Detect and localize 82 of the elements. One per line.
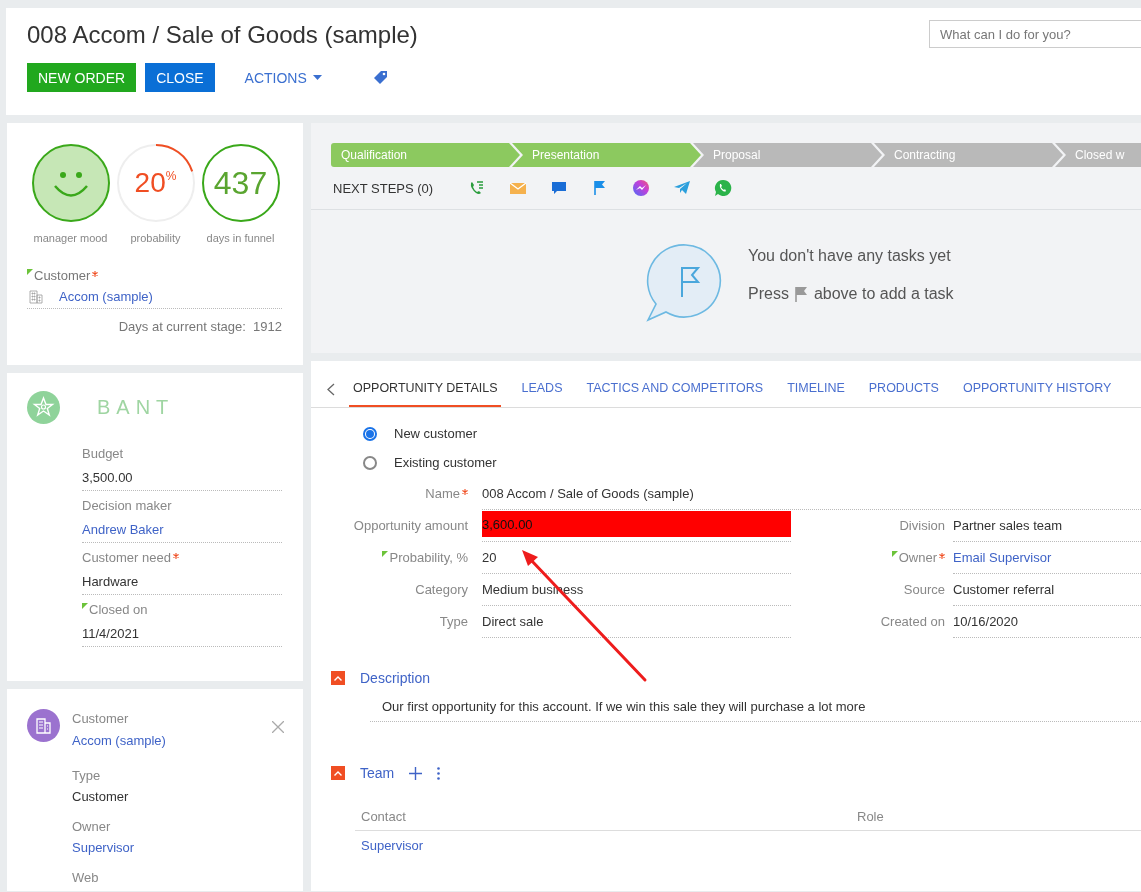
- field-value: 008 Accom / Sale of Goods (sample): [482, 486, 694, 501]
- field-label: Decision maker: [82, 498, 172, 513]
- metric-label: manager mood: [33, 232, 108, 244]
- stage-days: Days at current stage: 1912: [27, 319, 282, 334]
- new-order-button[interactable]: NEW ORDER: [27, 63, 137, 92]
- field-label: Probability, %: [389, 550, 468, 565]
- section-title[interactable]: Description: [360, 670, 431, 686]
- radio-label[interactable]: Existing customer: [394, 455, 497, 470]
- field-label: Opportunity amount: [353, 518, 468, 533]
- metric-label: days in funnel: [206, 232, 275, 244]
- building-badge-icon: [27, 709, 60, 742]
- hint-text: above to add a task: [813, 285, 954, 303]
- phone-chat-icon[interactable]: [714, 179, 733, 197]
- collapse-toggle[interactable]: [331, 671, 345, 685]
- customer-link[interactable]: Accom (sample): [59, 289, 153, 304]
- field-value: Customer: [72, 789, 130, 804]
- building-icon: [29, 289, 43, 304]
- field-value: 20: [482, 550, 497, 565]
- flag-icon: [794, 286, 808, 302]
- hint-text: Press: [748, 285, 789, 303]
- card-title: BANT: [97, 396, 175, 419]
- field-label: Closed on: [89, 602, 148, 617]
- field-label: Division: [899, 518, 945, 533]
- column-header: Role: [857, 809, 885, 824]
- chevron-icon: [334, 770, 342, 776]
- radio-label[interactable]: New customer: [394, 426, 478, 441]
- field-label: Source: [903, 582, 945, 597]
- field-link[interactable]: Andrew Baker: [82, 522, 282, 537]
- field-value: 11/4/2021: [82, 626, 140, 641]
- probability-value: 20$^{%}$: [134, 167, 177, 199]
- column-header: Contact: [361, 809, 407, 824]
- chevron-icon: [334, 675, 342, 681]
- page-title: 008 Accom / Sale of Goods (sample): [27, 21, 418, 49]
- star-badge-icon: [27, 391, 60, 424]
- field-value: Partner sales team: [953, 518, 1063, 533]
- field-link[interactable]: Supervisor: [72, 840, 284, 855]
- section-title[interactable]: Team: [360, 765, 395, 781]
- field-value: 3,500.00: [82, 470, 134, 485]
- tab[interactable]: TACTICS AND COMPETITORS: [582, 372, 768, 407]
- next-steps-label[interactable]: NEXT STEPS (0): [333, 180, 434, 196]
- tab[interactable]: OPPORTUNITY HISTORY: [958, 372, 1116, 407]
- description-text: Our first opportunity for this account. If we win this sale they will purchase a lot more: [370, 699, 1141, 722]
- days-count: 437: [213, 164, 268, 202]
- empty-tasks-message: You don't have any tasks yet: [748, 247, 952, 265]
- actions-menu-button[interactable]: ACTIONS: [233, 63, 333, 92]
- smiley-icon: [30, 143, 111, 223]
- contact-link[interactable]: Supervisor: [361, 838, 424, 853]
- tab[interactable]: OPPORTUNITY DETAILS: [349, 372, 502, 407]
- chat-icon[interactable]: [550, 179, 569, 197]
- radio-button[interactable]: [363, 455, 377, 470]
- field-label: Budget: [82, 446, 124, 461]
- field-value: Hardware: [82, 574, 140, 589]
- field-label: Web: [72, 870, 100, 885]
- field-value: 3,600.00: [482, 511, 791, 537]
- customer-link[interactable]: Accom (sample): [72, 733, 260, 748]
- field-label: Name: [425, 486, 460, 501]
- field-label: Customer: [34, 268, 91, 283]
- collapse-toggle[interactable]: [331, 766, 345, 780]
- field-value: Customer referral: [953, 582, 1055, 597]
- field-label: Created on: [880, 614, 945, 629]
- field-label: Customer: [72, 711, 130, 726]
- field-value: Direct sale: [482, 614, 544, 629]
- field-label: Owner: [72, 819, 112, 834]
- tab[interactable]: LEADS: [517, 372, 567, 407]
- close-button[interactable]: CLOSE: [145, 63, 215, 92]
- field-link[interactable]: Email Supervisor: [953, 550, 1052, 565]
- caret-icon: [312, 75, 322, 80]
- close-icon[interactable]: [272, 721, 284, 733]
- field-label: Type: [439, 614, 468, 629]
- more-icon[interactable]: [437, 766, 441, 780]
- add-icon[interactable]: [409, 766, 423, 780]
- radio-button[interactable]: [363, 426, 377, 441]
- field-label: Customer need: [82, 550, 171, 565]
- field-label: Type: [72, 768, 102, 783]
- field-label: Category: [415, 582, 468, 597]
- lightning-chat-icon[interactable]: [632, 179, 651, 197]
- search-field[interactable]: What can I do for you?: [929, 20, 1141, 48]
- tab[interactable]: PRODUCTS: [864, 372, 943, 407]
- metric-label: probability: [130, 232, 181, 244]
- field-value: 10/16/2020: [953, 614, 1019, 629]
- field-label: Owner: [898, 550, 937, 565]
- tab[interactable]: TIMELINE: [783, 372, 849, 407]
